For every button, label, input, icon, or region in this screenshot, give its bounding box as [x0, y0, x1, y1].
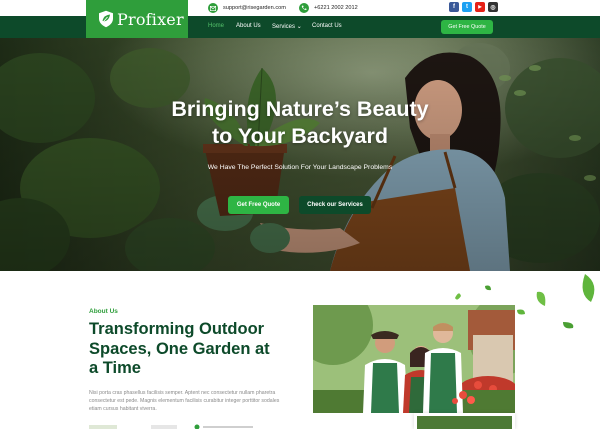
secondary-photo	[417, 416, 512, 429]
about-title-line-2: Spaces, One Garden at	[89, 339, 270, 358]
nav-contact[interactable]: Contact Us	[312, 23, 342, 29]
about-title: Transforming Outdoor Spaces, One Garden …	[89, 320, 299, 379]
facebook-icon[interactable]: f	[449, 2, 459, 12]
phone-icon	[299, 3, 309, 13]
hero-subtitle: We Have The Perfect Solution For Your La…	[207, 164, 393, 171]
nav-home[interactable]: Home	[208, 23, 224, 29]
mail-icon	[208, 3, 218, 13]
about-title-line-3: a Time	[89, 359, 141, 377]
twitter-icon[interactable]: t	[462, 2, 472, 12]
hero-quote-button[interactable]: Get Free Quote	[228, 196, 289, 214]
hero-title-line-1: Bringing Nature’s Beauty	[171, 97, 429, 121]
about-features-row	[89, 424, 253, 429]
logo-text: Profixer	[117, 9, 184, 29]
hero-title: Bringing Nature’s Beauty to Your Backyar…	[0, 96, 600, 150]
secondary-photo-card	[414, 413, 515, 429]
services-button[interactable]: Check our Services	[299, 196, 371, 214]
email-text: support@risegarden.com	[223, 5, 286, 11]
nav-services-label: Services	[272, 24, 296, 30]
social-links: f t ▶ ◎	[449, 2, 498, 12]
shield-leaf-icon	[99, 10, 113, 28]
hero-background-image	[0, 38, 600, 271]
team-photo	[313, 305, 515, 413]
email-contact[interactable]: support@risegarden.com	[208, 3, 286, 13]
instagram-icon[interactable]: ◎	[488, 2, 498, 12]
header-quote-button[interactable]: Get Free Quote	[441, 20, 493, 34]
about-label: About Us	[89, 308, 118, 315]
hero-title-line-2: to Your Backyard	[211, 124, 389, 148]
chevron-down-icon: ⌄	[296, 24, 302, 30]
about-title-line-1: Transforming Outdoor	[89, 320, 265, 338]
nav-services[interactable]: Services ⌄	[272, 23, 302, 30]
phone-text: +6221 2002 2012	[314, 5, 358, 11]
hero-section: Bringing Nature’s Beauty to Your Backyar…	[0, 38, 600, 271]
about-paragraph: Nisi porta cras phasellus facilisis semp…	[89, 390, 280, 413]
youtube-icon[interactable]: ▶	[475, 2, 485, 12]
phone-contact[interactable]: +6221 2002 2012	[299, 3, 358, 13]
nav-about[interactable]: About Us	[236, 23, 261, 29]
logo[interactable]: Profixer	[86, 0, 188, 38]
